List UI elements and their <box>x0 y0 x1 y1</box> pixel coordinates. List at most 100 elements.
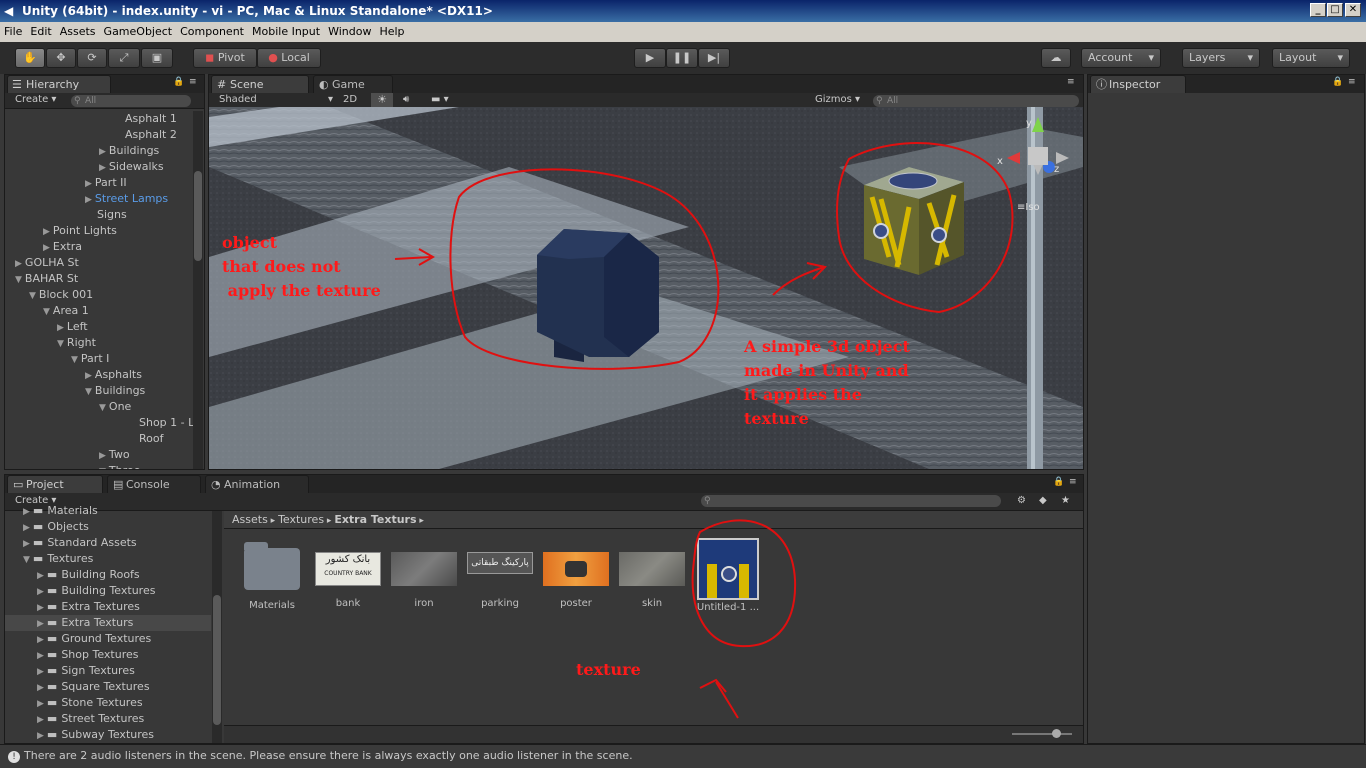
shading-mode-dropdown[interactable]: Shaded ▾ <box>219 94 333 105</box>
expanded-arrow-icon[interactable]: ▼ <box>15 275 22 285</box>
hierarchy-item[interactable]: ▶ Buildings <box>99 143 159 159</box>
collapsed-arrow-icon[interactable]: ▶ <box>37 699 44 709</box>
filter-label-icon[interactable]: ◆ <box>1039 495 1047 506</box>
account-dropdown[interactable]: Account ▾ <box>1081 48 1161 68</box>
menu-file[interactable]: File <box>0 22 26 42</box>
hierarchy-item[interactable]: ▼ Area 1 <box>43 303 89 319</box>
gizmos-dropdown[interactable]: Gizmos ▾ <box>815 94 860 105</box>
hierarchy-search-input[interactable]: ⚲ All <box>71 95 191 107</box>
folder-item[interactable]: ▶ ▬ Street Textures <box>5 711 211 727</box>
local-toggle-button[interactable]: ● Local <box>257 48 321 68</box>
pause-button[interactable]: ❚❚ <box>666 48 698 68</box>
collapsed-arrow-icon[interactable]: ▶ <box>15 259 22 269</box>
asset-item-untitled[interactable]: Untitled-1 ... <box>693 538 763 613</box>
collapsed-arrow-icon[interactable]: ▶ <box>23 539 30 549</box>
collapsed-arrow-icon[interactable]: ▶ <box>23 507 30 517</box>
folder-item[interactable]: ▶ ▬ Building Textures <box>5 583 211 599</box>
hierarchy-item[interactable]: Shop 1 - L <box>127 415 193 431</box>
menu-edit[interactable]: Edit <box>26 22 55 42</box>
status-bar[interactable]: ! There are 2 audio listeners in the scen… <box>0 744 1366 768</box>
pivot-toggle-button[interactable]: ◼ Pivot <box>193 48 257 68</box>
collapsed-arrow-icon[interactable]: ▶ <box>37 619 44 629</box>
hierarchy-item[interactable]: Asphalt 2 <box>113 127 177 143</box>
collapsed-arrow-icon[interactable]: ▶ <box>99 147 106 157</box>
expanded-arrow-icon[interactable]: ▼ <box>43 307 50 317</box>
folder-item[interactable]: ▼ ▬ Textures <box>5 551 211 567</box>
folder-item[interactable]: ▶ ▬ Objects <box>5 519 211 535</box>
expanded-arrow-icon[interactable]: ▼ <box>99 403 106 413</box>
asset-item-skin[interactable]: skin <box>617 540 687 609</box>
collapsed-arrow-icon[interactable]: ▶ <box>43 227 50 237</box>
filter-type-icon[interactable]: ⚙ <box>1017 495 1026 506</box>
hierarchy-item[interactable]: ▼ Part I <box>71 351 109 367</box>
menu-window[interactable]: Window <box>324 22 375 42</box>
favorites-icon[interactable]: ★ <box>1061 495 1070 506</box>
asset-item-parking[interactable]: پارکینگ طبقاتی parking <box>465 540 535 609</box>
folder-item[interactable]: ▶ ▬ Subway Textures <box>5 727 211 743</box>
collapsed-arrow-icon[interactable]: ▶ <box>37 715 44 725</box>
menu-assets[interactable]: Assets <box>56 22 100 42</box>
hierarchy-item[interactable]: ▶ Two <box>99 447 130 463</box>
cloud-icon[interactable]: ☁ <box>1041 48 1071 68</box>
close-button[interactable]: ✕ <box>1345 3 1361 17</box>
project-search-input[interactable]: ⚲ <box>701 495 1001 507</box>
tab-hierarchy[interactable]: ☰ Hierarchy <box>7 75 111 93</box>
folder-item[interactable]: ▶ ▬ Sign Textures <box>5 663 211 679</box>
folder-item[interactable]: ▶ ▬ Standard Assets <box>5 535 211 551</box>
hierarchy-item[interactable]: ▶ Point Lights <box>43 223 117 239</box>
breadcrumb-item[interactable]: Extra Texturs <box>334 513 416 526</box>
hierarchy-item[interactable]: ▼ BAHAR St <box>15 271 78 287</box>
expanded-arrow-icon[interactable]: ▼ <box>99 467 106 469</box>
step-button[interactable]: ▶| <box>698 48 730 68</box>
menu-component[interactable]: Component <box>176 22 248 42</box>
hierarchy-item[interactable]: Asphalt 1 <box>113 111 177 127</box>
folder-item[interactable]: ▶ ▬ Extra Texturs <box>5 615 211 631</box>
audio-icon[interactable]: 🔊︎ <box>403 94 409 105</box>
expanded-arrow-icon[interactable]: ▼ <box>57 339 64 349</box>
lock-icon[interactable]: 🔒 <box>1332 77 1343 87</box>
expanded-arrow-icon[interactable]: ▼ <box>29 291 36 301</box>
collapsed-arrow-icon[interactable]: ▶ <box>37 587 44 597</box>
hierarchy-scrollbar[interactable] <box>193 111 203 469</box>
lock-icon[interactable]: 🔒 <box>173 77 184 87</box>
folder-item[interactable]: ▶ ▬ Shop Textures <box>5 647 211 663</box>
2d-toggle-button[interactable]: 2D <box>343 94 357 105</box>
scene-viewport[interactable]: y x z ≡Iso object that does not apply th… <box>209 107 1083 469</box>
scale-tool-button[interactable]: ⤢ <box>108 48 140 68</box>
hierarchy-item[interactable]: ▼ One <box>99 399 131 415</box>
minimize-button[interactable]: _ <box>1310 3 1326 17</box>
expanded-arrow-icon[interactable]: ▼ <box>85 387 92 397</box>
play-button[interactable]: ▶ <box>634 48 666 68</box>
collapsed-arrow-icon[interactable]: ▶ <box>85 371 92 381</box>
menu-gameobject[interactable]: GameObject <box>100 22 177 42</box>
asset-item-folder[interactable]: Materials <box>237 540 307 611</box>
maximize-button[interactable]: □ <box>1327 3 1343 17</box>
folder-item[interactable]: ▶ ▬ Square Textures <box>5 679 211 695</box>
hierarchy-item[interactable]: ▶ Extra <box>43 239 82 255</box>
collapsed-arrow-icon[interactable]: ▶ <box>37 635 44 645</box>
folder-item[interactable]: ▶ ▬ Stone Textures <box>5 695 211 711</box>
zoom-slider-handle[interactable] <box>1052 729 1061 738</box>
hierarchy-item[interactable]: ▶ Street Lamps <box>85 191 168 207</box>
hierarchy-item[interactable]: ▼ Right <box>57 335 96 351</box>
folder-item[interactable]: ▶ ▬ Building Roofs <box>5 567 211 583</box>
collapsed-arrow-icon[interactable]: ▶ <box>99 451 106 461</box>
menu-icon[interactable]: ≡ <box>189 77 197 87</box>
hierarchy-item[interactable]: ▶ Asphalts <box>85 367 142 383</box>
collapsed-arrow-icon[interactable]: ▶ <box>57 323 64 333</box>
folder-item[interactable]: ▶ ▬ Materials <box>5 503 211 519</box>
folder-item[interactable]: ▶ ▬ Extra Textures <box>5 599 211 615</box>
hierarchy-item[interactable]: Signs <box>85 207 127 223</box>
hierarchy-item[interactable]: ▼ Buildings <box>85 383 145 399</box>
collapsed-arrow-icon[interactable]: ▶ <box>99 163 106 173</box>
folder-scrollbar[interactable] <box>212 511 222 743</box>
image-effects-icon[interactable]: ▬ ▾ <box>431 94 449 105</box>
tab-animation[interactable]: ◔ Animation <box>205 475 309 493</box>
tab-console[interactable]: ▤ Console <box>107 475 201 493</box>
collapsed-arrow-icon[interactable]: ▶ <box>37 731 44 741</box>
zoom-slider-track[interactable] <box>1012 733 1072 735</box>
menu-icon[interactable]: ≡ <box>1069 477 1077 487</box>
layout-dropdown[interactable]: Layout ▾ <box>1272 48 1350 68</box>
rotate-tool-button[interactable]: ⟳ <box>77 48 107 68</box>
hierarchy-item[interactable]: ▶ Sidewalks <box>99 159 164 175</box>
